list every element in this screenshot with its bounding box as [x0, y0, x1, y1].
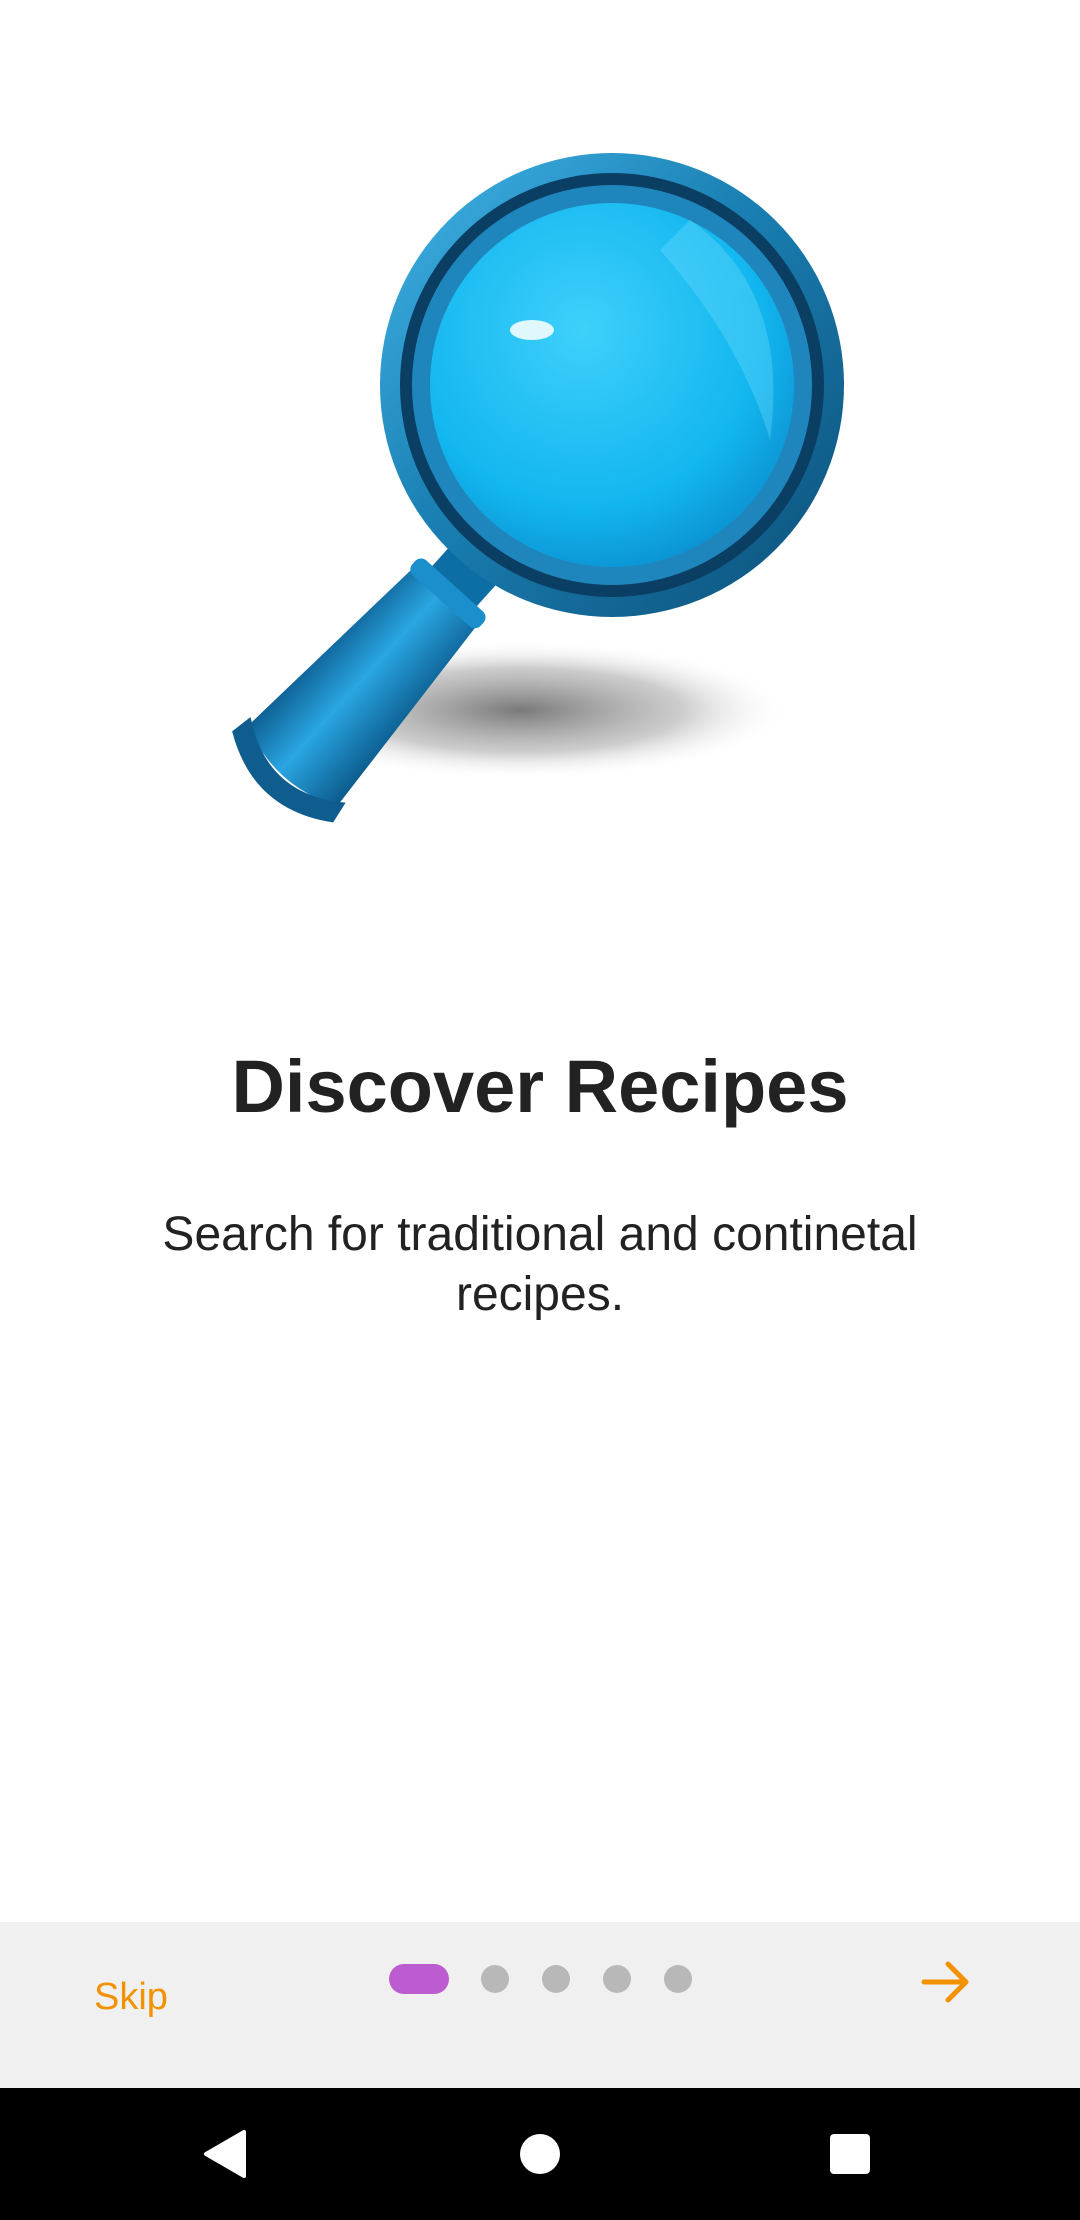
- page-description: Search for traditional and continetal re…: [162, 1208, 918, 1321]
- home-button[interactable]: [474, 2088, 606, 2220]
- onboarding-bottom-bar: Skip: [0, 1922, 1080, 2088]
- magnifying-glass-icon: [232, 153, 844, 823]
- back-triangle-icon: [204, 2130, 246, 2178]
- page-dot: [603, 1965, 631, 1993]
- onboarding-screen: Discover Recipes Search for traditional …: [0, 0, 1080, 2220]
- page-dot: [664, 1965, 692, 1993]
- page-dot: [542, 1965, 570, 1993]
- recents-button[interactable]: [784, 2088, 916, 2220]
- page-indicator: [389, 1964, 692, 1994]
- page-dot-active: [389, 1964, 449, 1994]
- page-dot: [481, 1965, 509, 1993]
- next-button[interactable]: [918, 1954, 974, 2010]
- home-circle-icon: [520, 2134, 560, 2174]
- back-button[interactable]: [160, 2088, 292, 2220]
- system-navigation-bar: [0, 2088, 1080, 2220]
- arrow-right-icon: [921, 1961, 969, 2003]
- recents-square-icon: [830, 2134, 870, 2174]
- skip-button[interactable]: Skip: [94, 1976, 168, 2019]
- page-title: Discover Recipes: [231, 1045, 849, 1128]
- hero-illustration: [0, 110, 1080, 840]
